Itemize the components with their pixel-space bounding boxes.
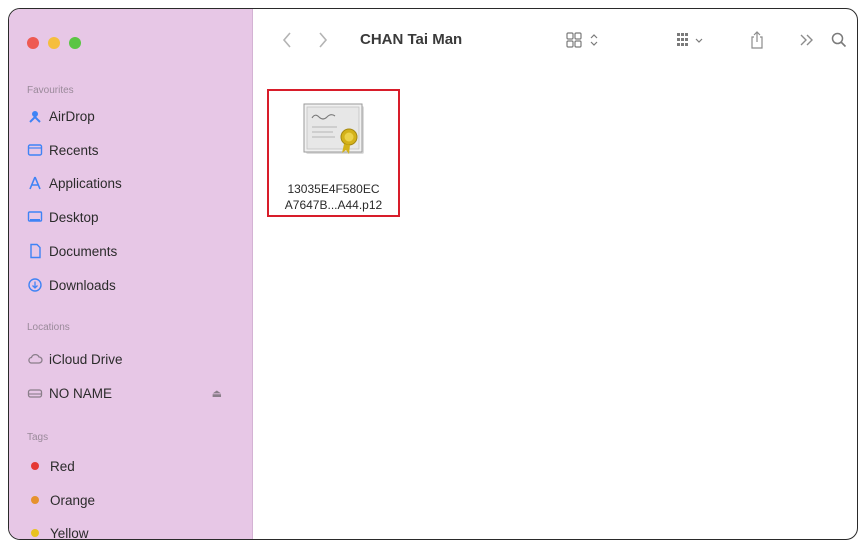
forward-icon[interactable]: [317, 29, 329, 51]
group-icon[interactable]: [675, 29, 709, 51]
sidebar-item-documents[interactable]: Documents: [27, 240, 232, 262]
eject-icon[interactable]: ⏏: [212, 387, 222, 400]
downloads-icon: [27, 277, 43, 293]
close-button[interactable]: [27, 37, 39, 49]
sidebar-item-tag-red[interactable]: Red: [27, 455, 232, 477]
sidebar-item-airdrop[interactable]: AirDrop: [27, 105, 232, 127]
applications-icon: [27, 175, 43, 191]
airdrop-icon: [27, 108, 43, 124]
file-item-p12[interactable]: 13035E4F580EC A7647B...A44.p12: [267, 89, 400, 217]
sidebar-item-label: Recents: [49, 142, 99, 158]
tags-heading: Tags: [27, 432, 49, 443]
search-icon[interactable]: [830, 29, 848, 51]
minimize-button[interactable]: [48, 37, 60, 49]
sidebar-item-label: iCloud Drive: [49, 351, 123, 367]
orange-tag-dot: [31, 496, 39, 504]
window-controls: [27, 37, 81, 49]
sidebar-item-label: Orange: [50, 492, 96, 508]
sidebar: Favourites AirDrop Recents Applications …: [9, 9, 253, 539]
documents-icon: [27, 243, 43, 259]
sidebar-item-label: Red: [50, 458, 75, 474]
sidebar-item-icloud-drive[interactable]: iCloud Drive: [27, 348, 232, 370]
sidebar-item-label: Yellow: [50, 525, 89, 540]
sidebar-item-tag-orange[interactable]: Orange: [27, 489, 232, 511]
cloud-icon: [27, 351, 43, 367]
favourites-heading: Favourites: [27, 85, 74, 96]
sidebar-item-label: Downloads: [49, 277, 116, 293]
finder-window: Favourites AirDrop Recents Applications …: [8, 8, 858, 540]
sidebar-item-no-name[interactable]: NO NAME ⏏: [27, 382, 232, 404]
share-icon[interactable]: [749, 29, 765, 51]
sidebar-item-applications[interactable]: Applications: [27, 172, 232, 194]
zoom-button[interactable]: [69, 37, 81, 49]
recents-icon: [27, 142, 43, 158]
sidebar-item-label: AirDrop: [49, 108, 95, 124]
locations-heading: Locations: [27, 322, 70, 333]
sidebar-item-tag-yellow[interactable]: Yellow: [27, 522, 232, 540]
sidebar-item-desktop[interactable]: Desktop: [27, 206, 232, 228]
toolbar: [253, 9, 857, 69]
sidebar-item-recents[interactable]: Recents: [27, 139, 232, 161]
file-name: 13035E4F580EC A7647B...A44.p12: [269, 181, 398, 213]
sidebar-item-label: Documents: [49, 243, 118, 259]
sidebar-item-label: NO NAME: [49, 385, 113, 401]
grid-view-icon[interactable]: [565, 29, 605, 51]
back-icon[interactable]: [281, 29, 293, 51]
red-tag-dot: [31, 462, 39, 470]
desktop-icon: [27, 209, 43, 225]
more-icon[interactable]: [799, 29, 815, 51]
sidebar-item-label: Applications: [49, 175, 122, 191]
drive-icon: [27, 385, 43, 401]
sidebar-item-downloads[interactable]: Downloads: [27, 274, 232, 296]
sidebar-item-label: Desktop: [49, 209, 99, 225]
yellow-tag-dot: [31, 529, 39, 537]
file-name-line-2: A7647B...A44.p12: [284, 198, 383, 212]
certificate-icon: [303, 103, 367, 161]
window-title: CHAN Tai Man: [360, 31, 463, 48]
file-name-line-1: 13035E4F580EC: [287, 182, 380, 196]
